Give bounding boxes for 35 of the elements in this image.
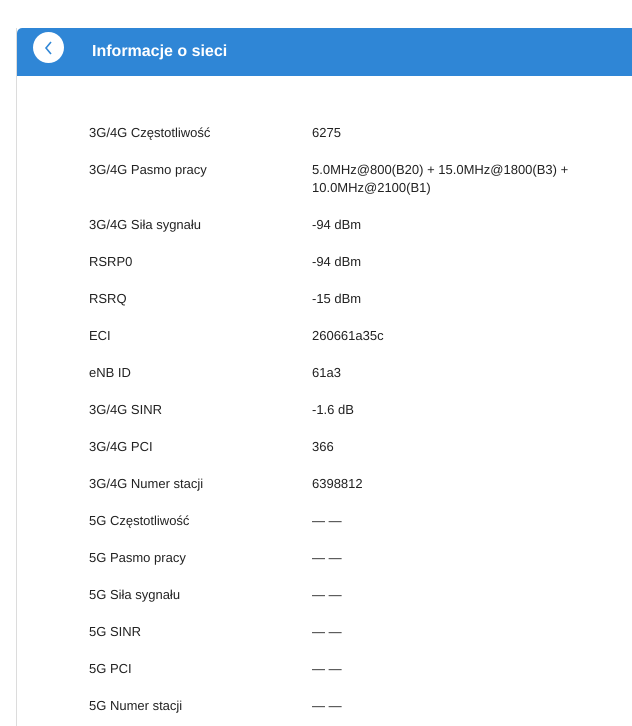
back-button[interactable]	[33, 32, 64, 63]
field-value: 61a3	[312, 364, 342, 382]
field-value: -1.6 dB	[312, 401, 355, 419]
field-label: eNB ID	[89, 364, 132, 382]
field-label: 3G/4G SINR	[89, 401, 163, 419]
field-value: 260661a35c	[312, 327, 385, 345]
field-label: 3G/4G Pasmo pracy	[89, 161, 208, 179]
field-label: 3G/4G PCI	[89, 438, 154, 456]
field-value: — —	[312, 512, 343, 530]
field-label: 5G Pasmo pracy	[89, 549, 187, 567]
field-value: — —	[312, 697, 343, 715]
field-label: 5G SINR	[89, 623, 142, 641]
field-label: 5G Numer stacji	[89, 697, 184, 715]
field-value: — —	[312, 660, 343, 678]
field-value: -94 dBm	[312, 216, 362, 234]
field-value: 6275	[312, 124, 342, 142]
field-label: 3G/4G Częstotliwość	[89, 124, 212, 142]
field-value: — —	[312, 549, 343, 567]
field-label: ECI	[89, 327, 112, 345]
field-value: 6398812	[312, 475, 364, 493]
field-value: — —	[312, 586, 343, 604]
field-label: 5G PCI	[89, 660, 133, 678]
field-label: RSRQ	[89, 290, 128, 308]
field-value: 366	[312, 438, 335, 456]
field-value: — —	[312, 623, 343, 641]
field-label: 3G/4G Siła sygnału	[89, 216, 202, 234]
field-label: 5G Częstotliwość	[89, 512, 190, 530]
field-value: 5.0MHz@800(B20) + 15.0MHz@1800(B3) + 10.0MHz@2100(B1)	[312, 161, 570, 197]
field-label: RSRP0	[89, 253, 134, 271]
field-value: -15 dBm	[312, 290, 362, 308]
field-label: 5G Siła sygnału	[89, 586, 182, 604]
page-title: Informacje o sieci	[92, 43, 228, 61]
chevron-left-icon	[44, 40, 54, 54]
field-value: -94 dBm	[312, 253, 362, 271]
field-label: 3G/4G Numer stacji	[89, 475, 204, 493]
